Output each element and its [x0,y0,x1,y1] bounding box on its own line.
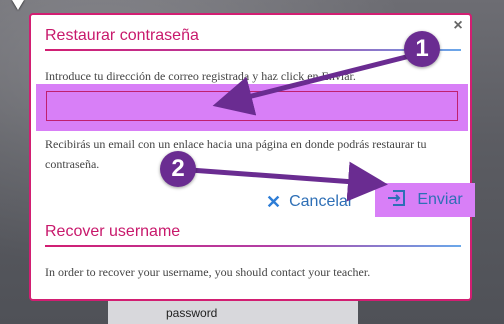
cancel-button[interactable]: ✕ Cancelar [266,191,353,213]
email-input[interactable] [46,91,458,121]
close-icon[interactable]: × [450,18,466,34]
send-label: Enviar [417,191,463,208]
send-icon [387,189,407,211]
x-icon: ✕ [266,191,282,212]
annotation-badge-1: 1 [404,31,440,67]
restore-title-underline [45,49,461,51]
restore-password-title: Restaurar contraseña [45,27,199,44]
send-button[interactable]: Enviar [375,183,475,217]
recover-text: In order to recover your username, you s… [45,265,371,279]
cancel-label: Cancelar [289,193,354,210]
annotation-badge-2: 2 [160,151,196,187]
password-label: password [166,306,218,320]
mouse-cursor-icon [12,0,24,10]
recover-title-underline [45,245,461,247]
intro-text: Introduce tu dirección de correo registr… [45,69,356,83]
info-text: Recibirás un email con un enlace hacia u… [45,137,427,171]
recover-username-title: Recover username [45,223,181,240]
